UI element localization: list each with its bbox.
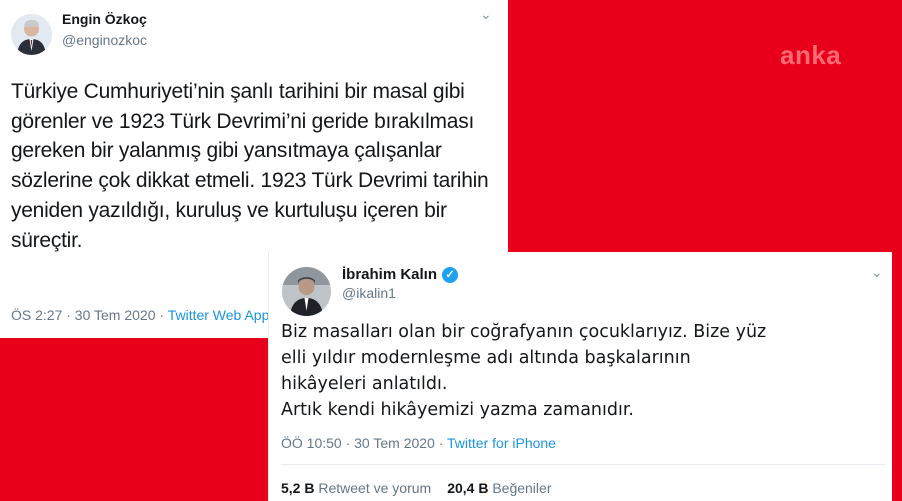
- retweets-stat[interactable]: 5,2 B Retweet ve yorum: [281, 480, 431, 496]
- retweets-count: 5,2 B: [281, 480, 315, 496]
- tweet-text: Türkiye Cumhuriyeti’nin şanlı tarihini b…: [11, 80, 489, 252]
- chevron-down-icon[interactable]: ⌄: [480, 6, 492, 23]
- tweet-timestamp[interactable]: ÖS 2:27 · 30 Tem 2020 ·: [11, 307, 168, 323]
- tweet-text: Biz masalları olan bir coğrafyanın çocuk…: [281, 322, 767, 420]
- username[interactable]: @ikalin1: [342, 285, 396, 301]
- display-name-text[interactable]: İbrahim Kalın: [342, 266, 437, 283]
- tweet-meta: ÖÖ 10:50 · 30 Tem 2020 · Twitter for iPh…: [281, 435, 556, 451]
- tweet-card-ibrahim: İbrahim Kalın ✓ @ikalin1 ⌄ Biz masalları…: [268, 252, 892, 501]
- divider: [281, 464, 885, 465]
- chevron-down-icon[interactable]: ⌄: [871, 264, 883, 281]
- tweet-source-link[interactable]: Twitter Web App: [168, 307, 270, 323]
- tweet-timestamp[interactable]: ÖÖ 10:50 · 30 Tem 2020 ·: [281, 435, 447, 451]
- likes-label: Beğeniler: [492, 480, 552, 496]
- tweet-meta: ÖS 2:27 · 30 Tem 2020 · Twitter Web App: [11, 307, 269, 323]
- tweet-stats: 5,2 B Retweet ve yorum 20,4 B Beğeniler: [281, 480, 551, 496]
- tweet-source-link[interactable]: Twitter for iPhone: [447, 435, 556, 451]
- display-name[interactable]: Engin Özkoç: [62, 11, 147, 27]
- likes-count: 20,4 B: [447, 480, 489, 496]
- display-name[interactable]: İbrahim Kalın ✓: [342, 266, 459, 283]
- avatar[interactable]: [11, 14, 52, 55]
- brand-watermark: anka: [780, 40, 842, 70]
- username[interactable]: @enginozkoc: [62, 32, 147, 48]
- retweets-label: Retweet ve yorum: [318, 480, 432, 496]
- avatar[interactable]: [282, 267, 331, 316]
- background-panel: [0, 338, 275, 501]
- likes-stat[interactable]: 20,4 B Beğeniler: [447, 480, 551, 496]
- verified-badge-icon: ✓: [442, 266, 459, 283]
